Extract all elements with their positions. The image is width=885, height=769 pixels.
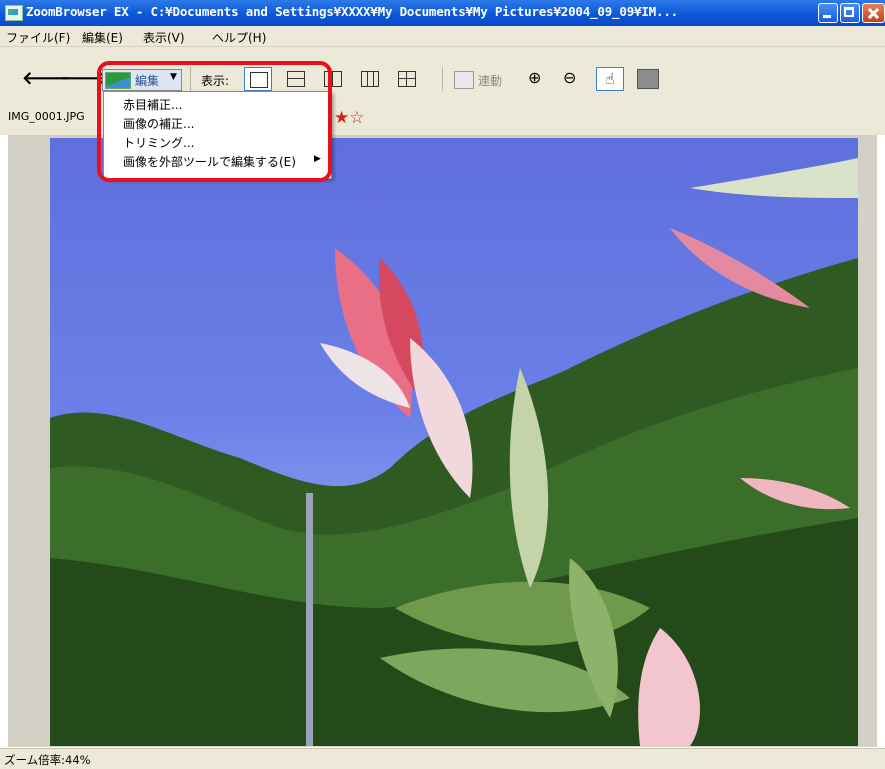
toolbar-separator xyxy=(442,67,443,91)
menu-file[interactable]: ファイル(F) xyxy=(6,29,70,46)
maximize-button[interactable] xyxy=(840,3,860,23)
zoom-status: ズーム倍率:44% xyxy=(4,753,91,767)
menu-help[interactable]: ヘルプ(H) xyxy=(212,29,266,46)
link-icon[interactable] xyxy=(454,71,474,89)
zoom-in-icon[interactable]: ⊕ xyxy=(528,68,541,87)
hand-tool-icon[interactable]: ☝ xyxy=(596,67,624,91)
close-button[interactable] xyxy=(862,3,885,23)
background-color-button[interactable] xyxy=(637,69,659,89)
window-title: ZoomBrowser EX - C:¥Documents and Settin… xyxy=(26,4,678,19)
minimize-button[interactable] xyxy=(818,3,838,23)
file-name: IMG_0001.JPG xyxy=(8,110,85,123)
app-icon[interactable] xyxy=(5,5,23,21)
view-three-columns-button[interactable] xyxy=(356,67,384,91)
title-bar: ZoomBrowser EX - C:¥Documents and Settin… xyxy=(0,0,885,26)
zoom-out-icon[interactable]: ⊖ xyxy=(563,68,576,87)
photo xyxy=(50,138,858,746)
link-label[interactable]: 連動 xyxy=(478,72,502,89)
status-bar: ズーム倍率:44% xyxy=(0,748,885,769)
highlight-annotation xyxy=(97,61,332,182)
rating-star-icons[interactable]: ★☆ xyxy=(334,108,364,128)
menu-view[interactable]: 表示(V) xyxy=(143,29,185,46)
menu-edit[interactable]: 編集(E) xyxy=(82,29,123,46)
view-four-grid-button[interactable] xyxy=(393,67,421,91)
menu-bar: ファイル(F) 編集(E) 表示(V) ヘルプ(H) xyxy=(0,26,885,47)
